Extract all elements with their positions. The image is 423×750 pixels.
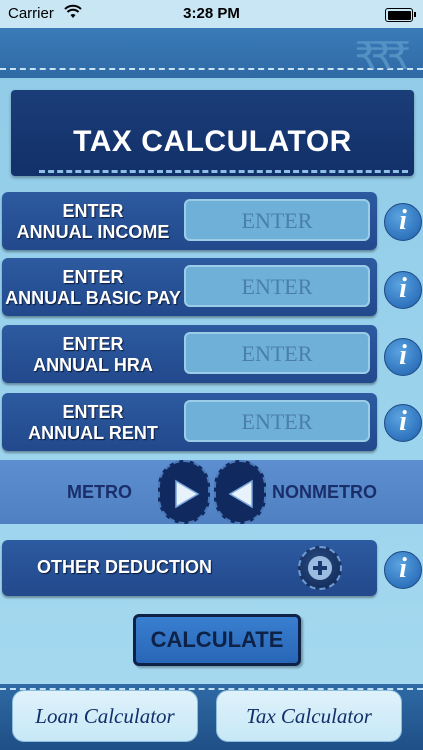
annual-rent-row: ENTER ANNUAL RENT ENTER (2, 393, 377, 451)
other-deduction-info-icon[interactable]: i (384, 551, 422, 589)
nonmetro-button[interactable] (214, 460, 266, 524)
metro-button[interactable] (158, 460, 210, 524)
annual-basic-pay-row: ENTER ANNUAL BASIC PAY ENTER (2, 258, 377, 316)
annual-income-info-icon[interactable]: i (384, 203, 422, 241)
title-panel: TAX CALCULATOR (11, 90, 414, 176)
annual-hra-label: ENTER ANNUAL HRA (2, 334, 184, 376)
annual-hra-label-line1: ENTER (62, 334, 124, 354)
metro-selector-panel: METRO NONMETRO (0, 460, 423, 524)
annual-basic-pay-info-icon[interactable]: i (384, 271, 422, 309)
annual-basic-pay-label-line1: ENTER (62, 267, 124, 287)
annual-basic-pay-label-line2: ANNUAL BASIC PAY (5, 288, 181, 308)
annual-rent-label-line2: ANNUAL RENT (28, 423, 158, 443)
annual-hra-label-line2: ANNUAL HRA (33, 355, 153, 375)
page-title: TAX CALCULATOR (73, 125, 352, 158)
other-deduction-label: OTHER DEDUCTION (37, 557, 212, 577)
annual-income-label-line2: ANNUAL INCOME (16, 222, 170, 242)
header-band: ₹₹₹ (0, 28, 423, 78)
play-right-icon (175, 479, 200, 509)
play-left-icon (228, 479, 253, 509)
annual-rent-label-line1: ENTER (62, 402, 124, 422)
annual-income-row: ENTER ANNUAL INCOME ENTER (2, 192, 377, 250)
annual-basic-pay-label: ENTER ANNUAL BASIC PAY (2, 267, 184, 309)
other-deduction-row: OTHER DEDUCTION (2, 540, 377, 596)
title-stitch (39, 170, 408, 173)
nonmetro-label: NONMETRO (272, 482, 377, 502)
calculate-button[interactable]: CALCULATE (133, 614, 301, 666)
tax-calculator-tab[interactable]: Tax Calculator (216, 690, 402, 742)
annual-income-label-line1: ENTER (62, 201, 124, 221)
loan-calculator-tab[interactable]: Loan Calculator (12, 690, 198, 742)
rupee-watermark-icon: ₹₹₹ (354, 34, 410, 78)
annual-rent-input[interactable]: ENTER (184, 400, 370, 442)
battery-icon (385, 8, 416, 22)
plus-icon (308, 556, 332, 580)
status-time: 3:28 PM (183, 5, 240, 22)
annual-income-label: ENTER ANNUAL INCOME (2, 201, 184, 243)
annual-basic-pay-input[interactable]: ENTER (184, 265, 370, 307)
annual-hra-info-icon[interactable]: i (384, 338, 422, 376)
annual-hra-input[interactable]: ENTER (184, 332, 370, 374)
metro-label: METRO (67, 482, 132, 502)
annual-income-input[interactable]: ENTER (184, 199, 370, 241)
add-deduction-button[interactable] (298, 546, 342, 590)
status-bar: Carrier 3:28 PM (0, 0, 423, 28)
annual-hra-row: ENTER ANNUAL HRA ENTER (2, 325, 377, 383)
bottom-tab-bar: Loan Calculator Tax Calculator (0, 684, 423, 750)
annual-rent-label: ENTER ANNUAL RENT (2, 402, 184, 444)
annual-rent-info-icon[interactable]: i (384, 404, 422, 442)
